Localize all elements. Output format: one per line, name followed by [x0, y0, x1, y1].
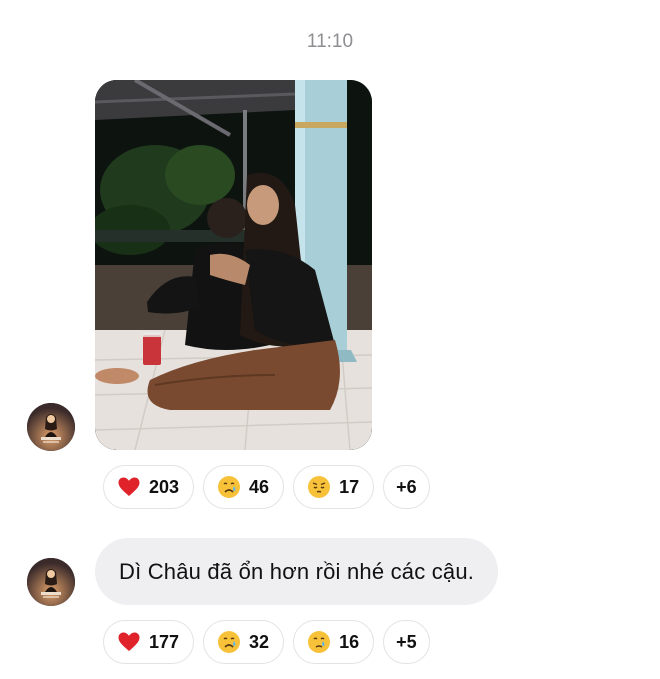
sender-avatar[interactable] [27, 558, 75, 606]
reaction-count: 16 [339, 631, 360, 652]
reaction-chip-crying[interactable]: 16 [293, 620, 375, 664]
more-reactions-count: +5 [396, 631, 417, 652]
more-reactions-count: +6 [396, 476, 417, 497]
reaction-chip-crying[interactable]: 46 [203, 465, 285, 509]
reaction-chip-heart[interactable]: 203 [103, 465, 195, 509]
reaction-count: 32 [249, 631, 270, 652]
crying-face-icon [218, 476, 241, 498]
photo-message[interactable] [95, 80, 372, 450]
reaction-count: 46 [249, 476, 270, 497]
message-text: Dì Châu đã ổn hơn rồi nhé các cậu. [119, 558, 475, 584]
reaction-chip-crying[interactable]: 32 [203, 620, 285, 664]
crying-face-icon [308, 631, 331, 653]
chat-view: 11:10 203 46 17 +6 Dì Châu đã ổn hơn rồi… [0, 0, 660, 679]
crying-face-icon [218, 631, 241, 653]
red-heart-icon [118, 477, 140, 496]
text-message-bubble[interactable]: Dì Châu đã ổn hơn rồi nhé các cậu. [95, 538, 499, 605]
reactions-bar: 203 46 17 +6 [103, 465, 430, 509]
message-timestamp: 11:10 [306, 31, 354, 52]
reaction-count: 177 [149, 631, 180, 652]
reaction-chip-pensive[interactable]: 17 [293, 465, 375, 509]
pensive-face-icon [308, 476, 331, 498]
reaction-count: 203 [149, 476, 180, 497]
reaction-count: 17 [339, 476, 360, 497]
red-heart-icon [118, 632, 140, 651]
reaction-chip-heart[interactable]: 177 [103, 620, 195, 664]
photo-two-women-sitting [95, 80, 372, 450]
sender-avatar[interactable] [27, 403, 75, 451]
reaction-chip-more[interactable]: +6 [383, 465, 430, 509]
reaction-chip-more[interactable]: +5 [383, 620, 430, 664]
reactions-bar: 177 32 16 +5 [103, 620, 430, 664]
